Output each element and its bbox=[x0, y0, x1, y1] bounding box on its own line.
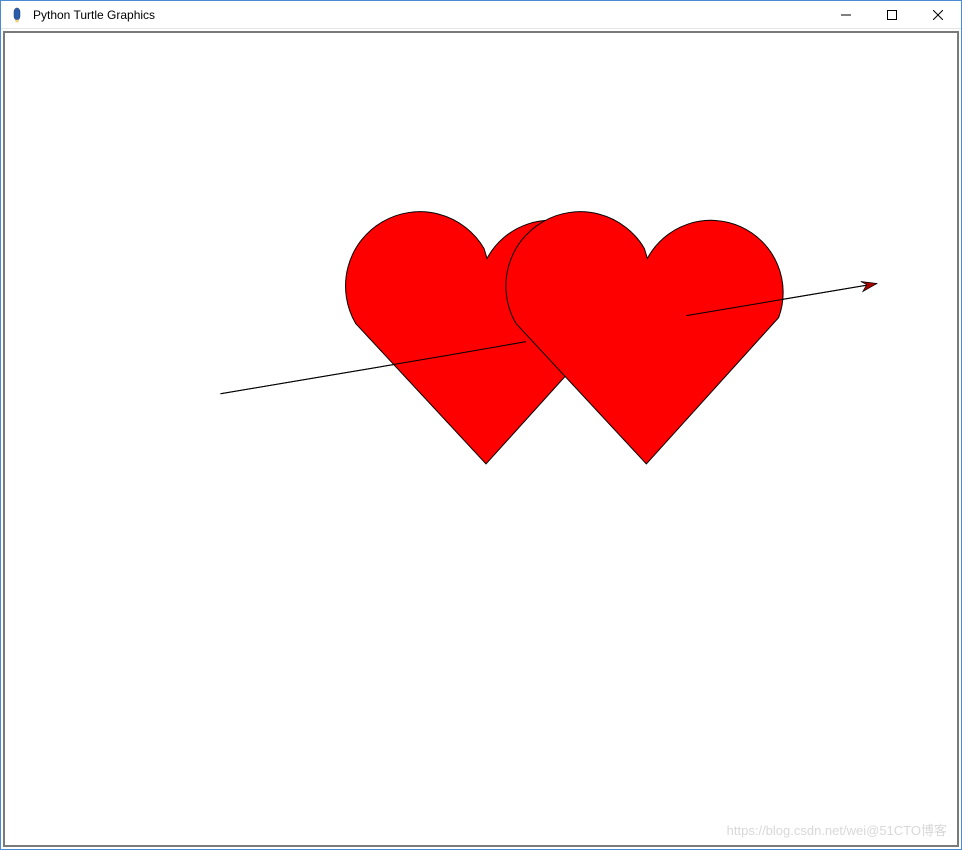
turtle-app-icon bbox=[9, 7, 25, 23]
heart-right bbox=[506, 212, 783, 464]
window-controls bbox=[823, 1, 961, 28]
window-title: Python Turtle Graphics bbox=[33, 8, 823, 22]
content-frame: https://blog.csdn.net/wei@51CTO博客 bbox=[1, 29, 961, 849]
turtle-canvas: https://blog.csdn.net/wei@51CTO博客 bbox=[3, 31, 959, 847]
close-icon bbox=[933, 10, 943, 20]
arrow-head bbox=[861, 282, 877, 292]
minimize-button[interactable] bbox=[823, 1, 869, 28]
titlebar[interactable]: Python Turtle Graphics bbox=[1, 1, 961, 29]
maximize-button[interactable] bbox=[869, 1, 915, 28]
app-window: Python Turtle Graphics bbox=[0, 0, 962, 850]
minimize-icon bbox=[841, 10, 851, 20]
close-button[interactable] bbox=[915, 1, 961, 28]
turtle-drawing bbox=[5, 33, 957, 845]
maximize-icon bbox=[887, 10, 897, 20]
